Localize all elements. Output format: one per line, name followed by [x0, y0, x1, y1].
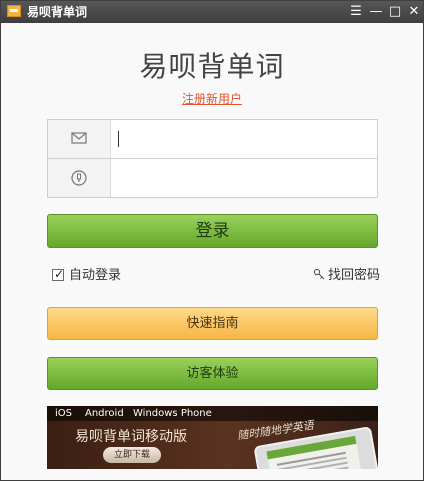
- quick-guide-button[interactable]: 快速指南: [47, 307, 378, 340]
- platform-strip: iOS Android Windows Phone: [47, 406, 378, 421]
- visitor-trial-button[interactable]: 访客体验: [47, 357, 378, 390]
- maximize-icon[interactable]: □: [386, 2, 404, 22]
- password-row: [48, 159, 377, 197]
- credentials-box: [47, 119, 378, 198]
- platform-ios: iOS: [55, 408, 72, 419]
- app-logo-icon: [7, 5, 21, 17]
- mobile-app-banner[interactable]: iOS Android Windows Phone 易呗背单词移动版 立即下载 …: [47, 406, 378, 469]
- app-name-heading: 易呗背单词: [139, 50, 285, 83]
- download-button[interactable]: 立即下载: [103, 447, 161, 463]
- auto-login-label[interactable]: 自动登录: [69, 268, 121, 284]
- text-cursor: [118, 131, 119, 147]
- lock-icon: [71, 170, 87, 186]
- auto-login-checkbox[interactable]: ✓: [52, 267, 65, 281]
- email-field[interactable]: [111, 120, 377, 158]
- minimize-icon[interactable]: —: [367, 2, 385, 22]
- login-button[interactable]: 登录: [47, 214, 378, 248]
- email-icon-cell: [48, 120, 111, 158]
- forgot-password-label[interactable]: 找回密码: [328, 268, 380, 283]
- banner-title: 易呗背单词移动版: [75, 429, 187, 445]
- window-title: 易呗背单词: [27, 5, 88, 19]
- checkmark-icon: ✓: [54, 267, 65, 281]
- app-window: 易呗背单词 ☰ — □ ✕ 易呗背单词 注册新用户 登录 ✓ 自动登录 找回密码…: [0, 0, 424, 481]
- platform-windows-phone: Windows Phone: [133, 408, 212, 419]
- title-bar[interactable]: 易呗背单词 ☰ — □ ✕: [1, 1, 423, 23]
- envelope-icon: [71, 132, 87, 144]
- key-icon: [313, 268, 325, 280]
- email-row: [48, 120, 377, 159]
- platform-android: Android: [85, 408, 124, 419]
- login-panel: 易呗背单词 注册新用户 登录 ✓ 自动登录 找回密码 快速指南 访客体验 iOS…: [1, 23, 423, 480]
- password-icon-cell: [48, 159, 111, 197]
- phone-screen: [266, 435, 362, 469]
- password-field[interactable]: [111, 159, 377, 197]
- register-link[interactable]: 注册新用户: [1, 90, 423, 107]
- menu-icon[interactable]: ☰: [347, 2, 365, 22]
- close-icon[interactable]: ✕: [405, 2, 423, 22]
- forgot-password-link[interactable]: 找回密码: [313, 268, 380, 284]
